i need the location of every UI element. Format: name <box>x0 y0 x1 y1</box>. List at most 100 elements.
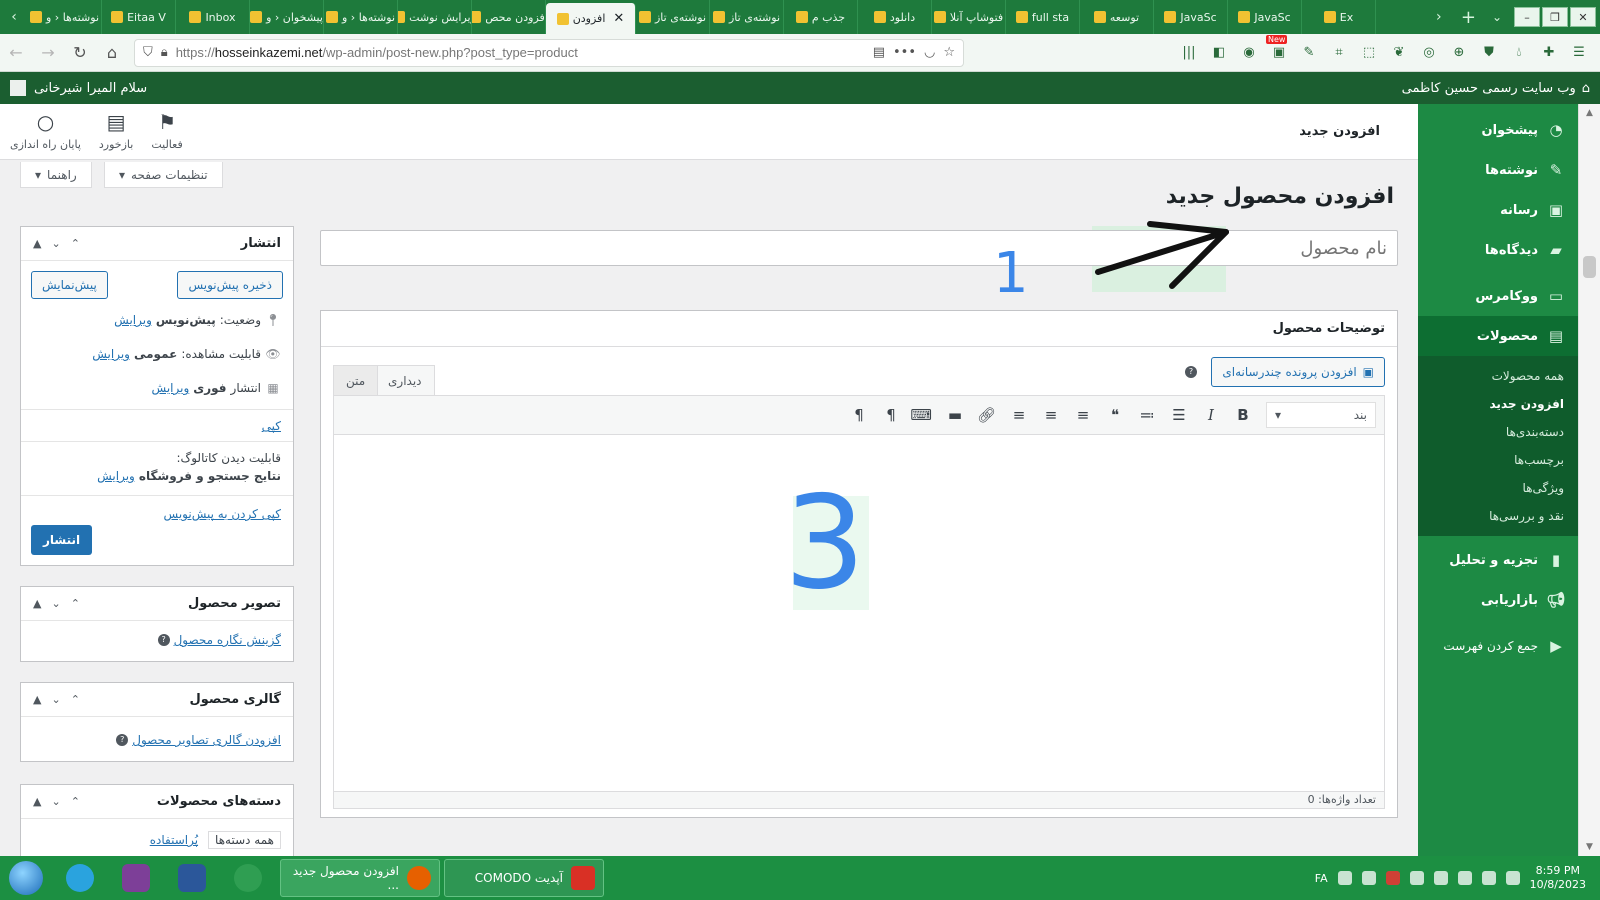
edit-visibility-link[interactable]: ویرایش <box>92 347 130 361</box>
toolbar-toggle-icon[interactable]: ⌨ <box>910 406 932 424</box>
taskbar-winrar[interactable] <box>108 858 164 898</box>
clock[interactable]: 8:59 PM 10/8/2023 <box>1530 864 1586 893</box>
volume-icon[interactable] <box>1361 871 1376 885</box>
italic-icon[interactable]: I <box>1202 406 1220 424</box>
home-button[interactable]: ⌂ <box>96 43 128 62</box>
user-account-menu[interactable]: سلام المیرا شیرخانی <box>10 80 147 96</box>
shield-icon[interactable]: ⛉ <box>143 45 153 60</box>
preview-button[interactable]: پیش‌نمایش <box>31 271 108 299</box>
submenu-all-products[interactable]: همه محصولات <box>1418 362 1578 390</box>
minimize-button[interactable]: – <box>1514 7 1540 27</box>
taskbar-network-app[interactable] <box>220 858 276 898</box>
numbered-list-icon[interactable]: ≔ <box>1138 406 1156 424</box>
browser-tab[interactable]: افزودن محص <box>472 0 546 34</box>
tab-most-used[interactable]: پُراستفاده <box>150 833 198 847</box>
vpn-shield-icon[interactable]: ⛊ <box>1480 44 1498 62</box>
scroll-thumb[interactable] <box>1583 256 1596 278</box>
tab-visual[interactable]: دیداری <box>375 365 435 395</box>
copy-link[interactable]: کپی <box>262 419 281 433</box>
antivirus-icon[interactable] <box>1385 871 1400 885</box>
chevron-down-icon[interactable]: ⌄ <box>51 597 60 610</box>
start-button[interactable] <box>0 856 52 900</box>
bookmark-star-icon[interactable]: ☆ <box>943 45 955 60</box>
publish-button[interactable]: انتشار <box>31 525 93 555</box>
align-center-icon[interactable]: ≡ <box>1042 406 1060 424</box>
app-tray-icon[interactable] <box>1433 871 1448 885</box>
chevron-down-icon[interactable]: ⌄ <box>51 237 60 250</box>
taskbar-firefox-window[interactable]: افزودن محصول جدید ... <box>280 859 440 897</box>
submenu-add-new[interactable]: افزودن جدید <box>1418 390 1578 418</box>
browser-tab[interactable]: نوشته‌ی تاز <box>636 0 710 34</box>
screenshot-icon[interactable]: ⬚ <box>1360 44 1378 62</box>
browser-tab[interactable]: نوشته‌ها ‹ و <box>324 0 398 34</box>
sidebar-item-marketing[interactable]: 📢︎ بازاریابی <box>1418 580 1578 620</box>
blockquote-icon[interactable]: ❝ <box>1106 406 1124 424</box>
screen-options-button[interactable]: تنظیمات صفحه ▾ <box>104 162 223 188</box>
bullet-list-icon[interactable]: ☰ <box>1170 406 1188 424</box>
extension-new-icon[interactable]: ▣ New <box>1266 34 1288 62</box>
account-icon[interactable]: ◉ <box>1240 44 1258 62</box>
submenu-reviews[interactable]: نقد و بررسی‌ها <box>1418 502 1578 530</box>
sidebar-item-comments[interactable]: ▰ دیدگاه‌ها <box>1418 230 1578 270</box>
edit-status-link[interactable]: ویرایش <box>114 313 152 327</box>
help-icon[interactable]: ? <box>116 734 129 746</box>
action-center-icon[interactable] <box>1505 871 1520 885</box>
new-tab-button[interactable]: + <box>1453 0 1484 34</box>
language-indicator[interactable]: FA <box>1315 872 1328 885</box>
shield-icon[interactable] <box>1409 871 1424 885</box>
help-icon[interactable]: ? <box>157 634 170 646</box>
browser-tab[interactable]: توسعه <box>1080 0 1154 34</box>
add-media-button[interactable]: ▣ افزودن پرونده چندرسانه‌ای <box>1211 357 1385 387</box>
site-home-link[interactable]: ⌂ وب سایت رسمی حسین کاظمی <box>1402 81 1590 96</box>
set-product-image-link[interactable]: گزینش نگاره محصول <box>174 633 281 647</box>
restore-button[interactable]: ❐ <box>1542 7 1568 27</box>
browser-tab[interactable]: JavaSc <box>1228 0 1302 34</box>
sidebar-item-woocommerce[interactable]: ▭ ووکامرس <box>1418 276 1578 316</box>
browser-tab[interactable]: جذب م <box>784 0 858 34</box>
move-up-icon[interactable]: ▲ <box>33 693 41 706</box>
ltr-icon[interactable]: ¶ <box>882 406 900 424</box>
network-icon[interactable] <box>1337 871 1352 885</box>
page-actions-icon[interactable]: ••• <box>893 45 916 60</box>
read-more-icon[interactable]: ▬ <box>946 406 964 424</box>
move-up-icon[interactable]: ▲ <box>33 795 41 808</box>
align-left-icon[interactable]: ≡ <box>1074 406 1092 424</box>
collapse-menu-button[interactable]: ▶ جمع کردن فهرست <box>1418 626 1578 666</box>
library-icon[interactable]: ||| <box>1180 44 1198 62</box>
edit-schedule-link[interactable]: ویرایش <box>152 381 190 395</box>
browser-tab[interactable]: فتوشاپ آنلا <box>932 0 1006 34</box>
close-tab-icon[interactable]: ✕ <box>613 11 624 26</box>
chevron-up-icon[interactable]: ⌃ <box>71 795 80 808</box>
link-icon[interactable]: 🔗︎ <box>977 406 996 424</box>
submenu-categories[interactable]: دسته‌بندی‌ها <box>1418 418 1578 446</box>
browser-tab[interactable]: Inbox <box>176 0 250 34</box>
tab-all-categories[interactable]: همه دسته‌ها <box>208 831 281 849</box>
tab-text[interactable]: متن <box>333 365 379 395</box>
drop-icon[interactable]: 💧︎ <box>1510 44 1528 62</box>
move-up-icon[interactable]: ▲ <box>33 597 41 610</box>
chevron-down-icon[interactable]: ⌄ <box>51 693 60 706</box>
crop-icon[interactable]: ⌗ <box>1330 44 1348 62</box>
save-draft-button[interactable]: ذخیره پیش‌نویس <box>177 271 283 299</box>
edit-catalog-link[interactable]: ویرایش <box>97 469 135 483</box>
tab-list-menu-icon[interactable]: ⌄ <box>1484 0 1510 34</box>
chevron-down-icon[interactable]: ⌄ <box>51 795 60 808</box>
taskbar-telegram[interactable] <box>52 858 108 898</box>
chevron-up-icon[interactable]: ⌃ <box>71 693 80 706</box>
browser-tab[interactable]: دانلود <box>858 0 932 34</box>
align-right-icon[interactable]: ≡ <box>1010 406 1028 424</box>
menu-icon[interactable]: ☰ <box>1570 44 1588 62</box>
browser-tab[interactable]: افزودن ✕ <box>546 3 636 34</box>
url-text[interactable]: https://hosseinkazemi.net/wp-admin/post-… <box>176 45 865 60</box>
puzzle-icon[interactable]: ✚ <box>1540 44 1558 62</box>
sidebar-toggle-icon[interactable]: ◧ <box>1210 44 1228 62</box>
finish-setup-button[interactable]: ○ پایان راه اندازی <box>10 110 81 151</box>
help-question-icon[interactable]: ? <box>1185 366 1197 378</box>
format-select[interactable]: بند ▾ <box>1266 402 1376 428</box>
eyedropper-icon[interactable]: ✎ <box>1300 44 1318 62</box>
refresh-extension-icon[interactable]: ◎ <box>1420 44 1438 62</box>
sidebar-item-dashboard[interactable]: ◔ پیشخوان <box>1418 110 1578 150</box>
pocket-icon[interactable]: ◡ <box>924 45 935 60</box>
browser-tab[interactable]: JavaSc <box>1154 0 1228 34</box>
chevron-up-icon[interactable]: ⌃ <box>71 237 80 250</box>
